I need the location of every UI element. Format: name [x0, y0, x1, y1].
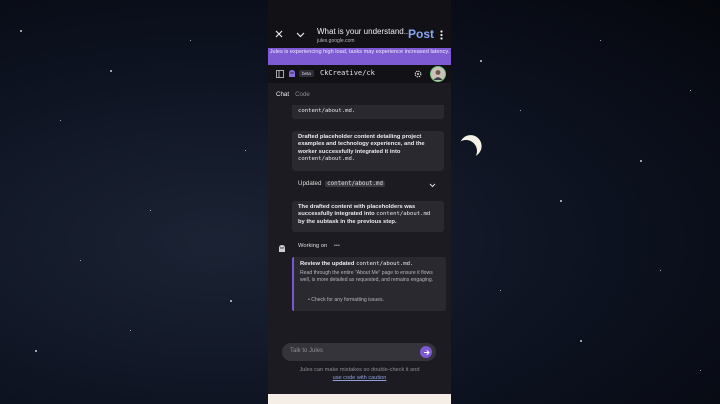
repo-name[interactable]: CkCreative/ck [320, 69, 375, 77]
working-status: Working on ••• [298, 243, 340, 249]
message-card: Drafted placeholder content detailing pr… [292, 131, 444, 171]
updated-label: Updated [298, 180, 322, 187]
use-code-with-caution-link[interactable]: use code with caution [333, 375, 387, 381]
current-task-card: Review the updated content/about.md. Rea… [292, 257, 446, 311]
high-load-banner: Jules is experiencing high load, tasks m… [268, 48, 451, 66]
phone-screen: What is your understand... jules.google.… [268, 0, 451, 404]
chat-input-placeholder: Talk to Jules [290, 348, 324, 354]
sidebar-toggle-icon[interactable] [275, 69, 284, 78]
message-card: The drafted content with placeholders wa… [292, 201, 444, 232]
post-button[interactable]: Post [408, 27, 434, 41]
updated-file-row[interactable]: Updated content/about.md [298, 180, 385, 187]
beta-badge: beta [299, 70, 314, 77]
message-code: content/about.md [376, 211, 431, 218]
view-tabs: Chat Code [276, 91, 310, 98]
disclaimer-text: Jules can make mistakes so double-check … [299, 367, 420, 373]
message-code: content/about.md. [298, 156, 356, 163]
crescent-moon-icon [452, 137, 480, 165]
chevron-down-icon[interactable] [428, 181, 436, 189]
page-url: jules.google.com [317, 38, 355, 44]
chevron-down-icon[interactable] [295, 29, 305, 39]
bottom-bar [268, 394, 451, 404]
message-code: content/about.md. [298, 108, 356, 114]
page-title: What is your understand... [317, 27, 411, 36]
updated-file-name: content/about.md [325, 181, 385, 187]
settings-gear-icon[interactable] [413, 69, 422, 78]
chat-input[interactable]: Talk to Jules [282, 343, 436, 361]
working-label: Working on [298, 243, 328, 249]
more-vertical-icon[interactable] [438, 29, 444, 41]
task-description: Read through the entire "About Me" page … [300, 270, 434, 283]
task-bullet: • Check for any formatting issues. [308, 297, 384, 303]
task-title: Review the updated content/about.md. [300, 261, 413, 267]
message-text: Drafted placeholder content detailing pr… [298, 134, 425, 155]
tab-code[interactable]: Code [295, 91, 310, 98]
user-avatar[interactable] [430, 66, 446, 82]
message-text: by the subtask in the previous step. [298, 218, 397, 225]
jules-logo-icon [287, 68, 296, 78]
close-icon[interactable] [274, 29, 284, 39]
task-title-text: Review the updated [300, 261, 355, 267]
task-bullet-text: Check for any formatting issues. [311, 297, 384, 303]
send-button[interactable] [420, 346, 432, 358]
disclaimer: Jules can make mistakes so double-check … [268, 366, 451, 382]
jules-avatar-icon [277, 243, 286, 253]
message-card-partial: content/about.md. [292, 105, 444, 119]
loading-dots: ••• [333, 243, 340, 249]
tab-chat[interactable]: Chat [276, 91, 289, 98]
task-title-code: content/about.md. [356, 261, 414, 267]
